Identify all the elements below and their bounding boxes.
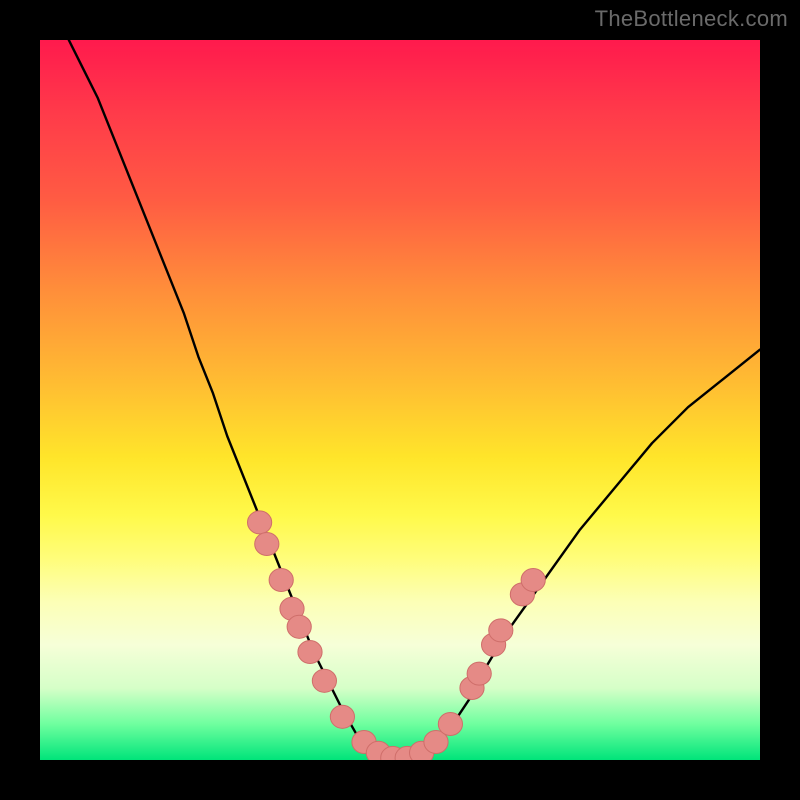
marker-dot <box>248 511 272 534</box>
plot-svg <box>40 40 760 760</box>
marker-dot <box>489 619 513 642</box>
watermark-text: TheBottleneck.com <box>595 6 788 32</box>
marker-dot <box>287 615 311 638</box>
curve-path <box>69 40 760 760</box>
marker-dot <box>312 669 336 692</box>
marker-dot <box>255 532 279 555</box>
marker-dot <box>438 712 462 735</box>
marker-dot <box>269 568 293 591</box>
marker-dot <box>330 705 354 728</box>
chart-frame: TheBottleneck.com <box>0 0 800 800</box>
marker-dot <box>467 662 491 685</box>
plot-area <box>40 40 760 760</box>
marker-dot <box>298 640 322 663</box>
marker-dot <box>521 568 545 591</box>
